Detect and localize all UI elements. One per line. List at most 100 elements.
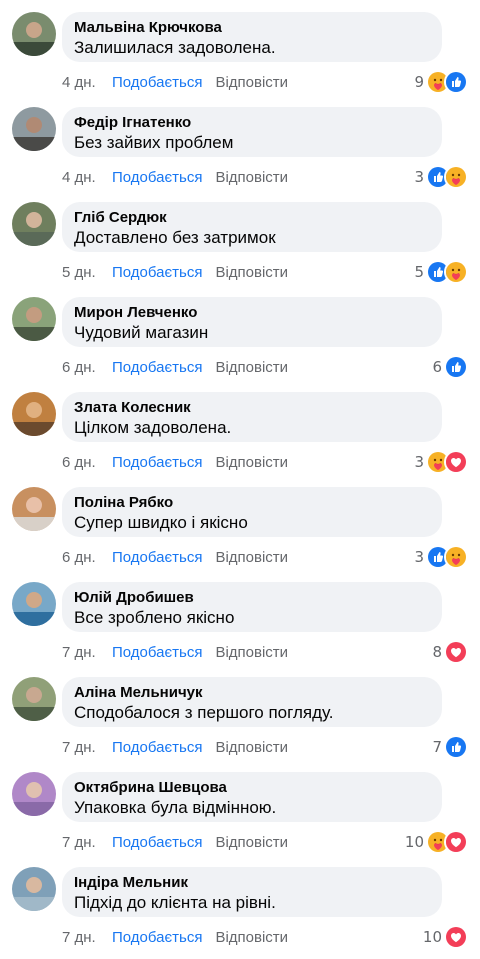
reply-button[interactable]: Відповісти bbox=[215, 453, 288, 473]
reactions-summary[interactable]: 3 bbox=[414, 450, 468, 474]
comment-time[interactable]: 4 дн. bbox=[62, 168, 112, 188]
comment-time[interactable]: 4 дн. bbox=[62, 73, 112, 93]
avatar[interactable] bbox=[12, 12, 56, 56]
reply-button[interactable]: Відповісти bbox=[215, 548, 288, 568]
comment-time[interactable]: 6 дн. bbox=[62, 453, 112, 473]
comment-time[interactable]: 7 дн. bbox=[62, 643, 112, 663]
comment-actions: 7 дн. Подобається Відповісти bbox=[62, 928, 288, 948]
reaction-icons bbox=[444, 640, 468, 664]
like-button[interactable]: Подобається bbox=[112, 548, 202, 568]
avatar[interactable] bbox=[12, 297, 56, 341]
like-button[interactable]: Подобається bbox=[112, 73, 202, 93]
comment-actions: 7 дн. Подобається Відповісти bbox=[62, 833, 288, 853]
comment-author[interactable]: Мирон Левченко bbox=[74, 303, 430, 322]
comment-text: Доставлено без затримок bbox=[74, 228, 276, 247]
reply-button[interactable]: Відповісти bbox=[215, 928, 288, 948]
comment-bubble: Поліна Рябко Супер швидко і якісно bbox=[62, 487, 442, 537]
comment-bubble: Юлій Дробишев Все зроблено якісно bbox=[62, 582, 442, 632]
avatar[interactable] bbox=[12, 582, 56, 626]
comment-time[interactable]: 7 дн. bbox=[62, 928, 112, 948]
comment-bubble: Октябрина Шевцова Упаковка була відмінною… bbox=[62, 772, 442, 822]
reaction-count: 3 bbox=[414, 453, 424, 471]
reactions-summary[interactable]: 7 bbox=[432, 735, 468, 759]
avatar[interactable] bbox=[12, 677, 56, 721]
comment-author[interactable]: Індіра Мельник bbox=[74, 873, 430, 892]
comment-bubble: Злата Колесник Цілком задоволена. bbox=[62, 392, 442, 442]
love-reaction-icon bbox=[444, 640, 468, 664]
like-reaction-icon bbox=[444, 735, 468, 759]
like-reaction-icon bbox=[444, 355, 468, 379]
like-button[interactable]: Подобається bbox=[112, 168, 202, 188]
reactions-summary[interactable]: 6 bbox=[432, 355, 468, 379]
comment-text: Без зайвих проблем bbox=[74, 133, 234, 152]
comment-bubble: Аліна Мельничук Сподобалося з першого пог… bbox=[62, 677, 442, 727]
comment-actions: 6 дн. Подобається Відповісти bbox=[62, 453, 288, 473]
avatar[interactable] bbox=[12, 107, 56, 151]
comment-text: Залишилася задоволена. bbox=[74, 38, 276, 57]
reaction-count: 3 bbox=[414, 168, 424, 186]
avatar[interactable] bbox=[12, 867, 56, 911]
comment-actions: 5 дн. Подобається Відповісти bbox=[62, 263, 288, 283]
comment-author[interactable]: Аліна Мельничук bbox=[74, 683, 430, 702]
like-button[interactable]: Подобається bbox=[112, 833, 202, 853]
comment-author[interactable]: Мальвіна Крючкова bbox=[74, 18, 430, 37]
comment-time[interactable]: 7 дн. bbox=[62, 738, 112, 758]
like-button[interactable]: Подобається bbox=[112, 358, 202, 378]
comment-time[interactable]: 7 дн. bbox=[62, 833, 112, 853]
comment-author[interactable]: Октябрина Шевцова bbox=[74, 778, 430, 797]
comment-item: Поліна Рябко Супер швидко і якісно 6 дн. По… bbox=[0, 475, 480, 570]
like-button[interactable]: Подобається bbox=[112, 928, 202, 948]
comment-author[interactable]: Юлій Дробишев bbox=[74, 588, 430, 607]
reactions-summary[interactable]: 10 bbox=[404, 830, 468, 854]
comment-time[interactable]: 6 дн. bbox=[62, 548, 112, 568]
care-reaction-icon bbox=[444, 260, 468, 284]
love-reaction-icon bbox=[444, 925, 468, 949]
comment-time[interactable]: 6 дн. bbox=[62, 358, 112, 378]
reply-button[interactable]: Відповісти bbox=[215, 643, 288, 663]
avatar[interactable] bbox=[12, 202, 56, 246]
comment-actions: 6 дн. Подобається Відповісти bbox=[62, 548, 288, 568]
avatar[interactable] bbox=[12, 392, 56, 436]
comment-bubble: Мальвіна Крючкова Залишилася задоволена. bbox=[62, 12, 442, 62]
reactions-summary[interactable]: 10 bbox=[423, 925, 468, 949]
reaction-count: 7 bbox=[432, 738, 442, 756]
reactions-summary[interactable]: 9 bbox=[414, 70, 468, 94]
comment-author[interactable]: Поліна Рябко bbox=[74, 493, 430, 512]
reactions-summary[interactable]: 5 bbox=[414, 260, 468, 284]
reaction-icons bbox=[444, 925, 468, 949]
comment-author[interactable]: Злата Колесник bbox=[74, 398, 430, 417]
reactions-summary[interactable]: 8 bbox=[432, 640, 468, 664]
like-button[interactable]: Подобається bbox=[112, 738, 202, 758]
comment-time[interactable]: 5 дн. bbox=[62, 263, 112, 283]
reaction-icons bbox=[426, 260, 468, 284]
reply-button[interactable]: Відповісти bbox=[215, 358, 288, 378]
reaction-count: 10 bbox=[404, 833, 424, 851]
avatar[interactable] bbox=[12, 487, 56, 531]
comment-author[interactable]: Гліб Сердюк bbox=[74, 208, 430, 227]
reply-button[interactable]: Відповісти bbox=[215, 738, 288, 758]
avatar[interactable] bbox=[12, 772, 56, 816]
reply-button[interactable]: Відповісти bbox=[215, 168, 288, 188]
comment-text: Упаковка була відмінною. bbox=[74, 798, 277, 817]
like-button[interactable]: Подобається bbox=[112, 453, 202, 473]
comment-actions: 4 дн. Подобається Відповісти bbox=[62, 168, 288, 188]
reply-button[interactable]: Відповісти bbox=[215, 263, 288, 283]
comment-text: Сподобалося з першого погляду. bbox=[74, 703, 334, 722]
reactions-summary[interactable]: 3 bbox=[414, 545, 468, 569]
reaction-count: 8 bbox=[432, 643, 442, 661]
reactions-summary[interactable]: 3 bbox=[414, 165, 468, 189]
care-reaction-icon bbox=[444, 545, 468, 569]
comment-text: Цілком задоволена. bbox=[74, 418, 232, 437]
reaction-icons bbox=[426, 165, 468, 189]
reaction-icons bbox=[426, 830, 468, 854]
comment-item: Мирон Левченко Чудовий магазин 6 дн. Подоба… bbox=[0, 285, 480, 380]
like-button[interactable]: Подобається bbox=[112, 643, 202, 663]
reply-button[interactable]: Відповісти bbox=[215, 833, 288, 853]
reaction-icons bbox=[426, 450, 468, 474]
comment-author[interactable]: Федір Ігнатенко bbox=[74, 113, 430, 132]
reply-button[interactable]: Відповісти bbox=[215, 73, 288, 93]
comment-actions: 7 дн. Подобається Відповісти bbox=[62, 643, 288, 663]
comment-text: Супер швидко і якісно bbox=[74, 513, 248, 532]
like-button[interactable]: Подобається bbox=[112, 263, 202, 283]
care-reaction-icon bbox=[444, 165, 468, 189]
